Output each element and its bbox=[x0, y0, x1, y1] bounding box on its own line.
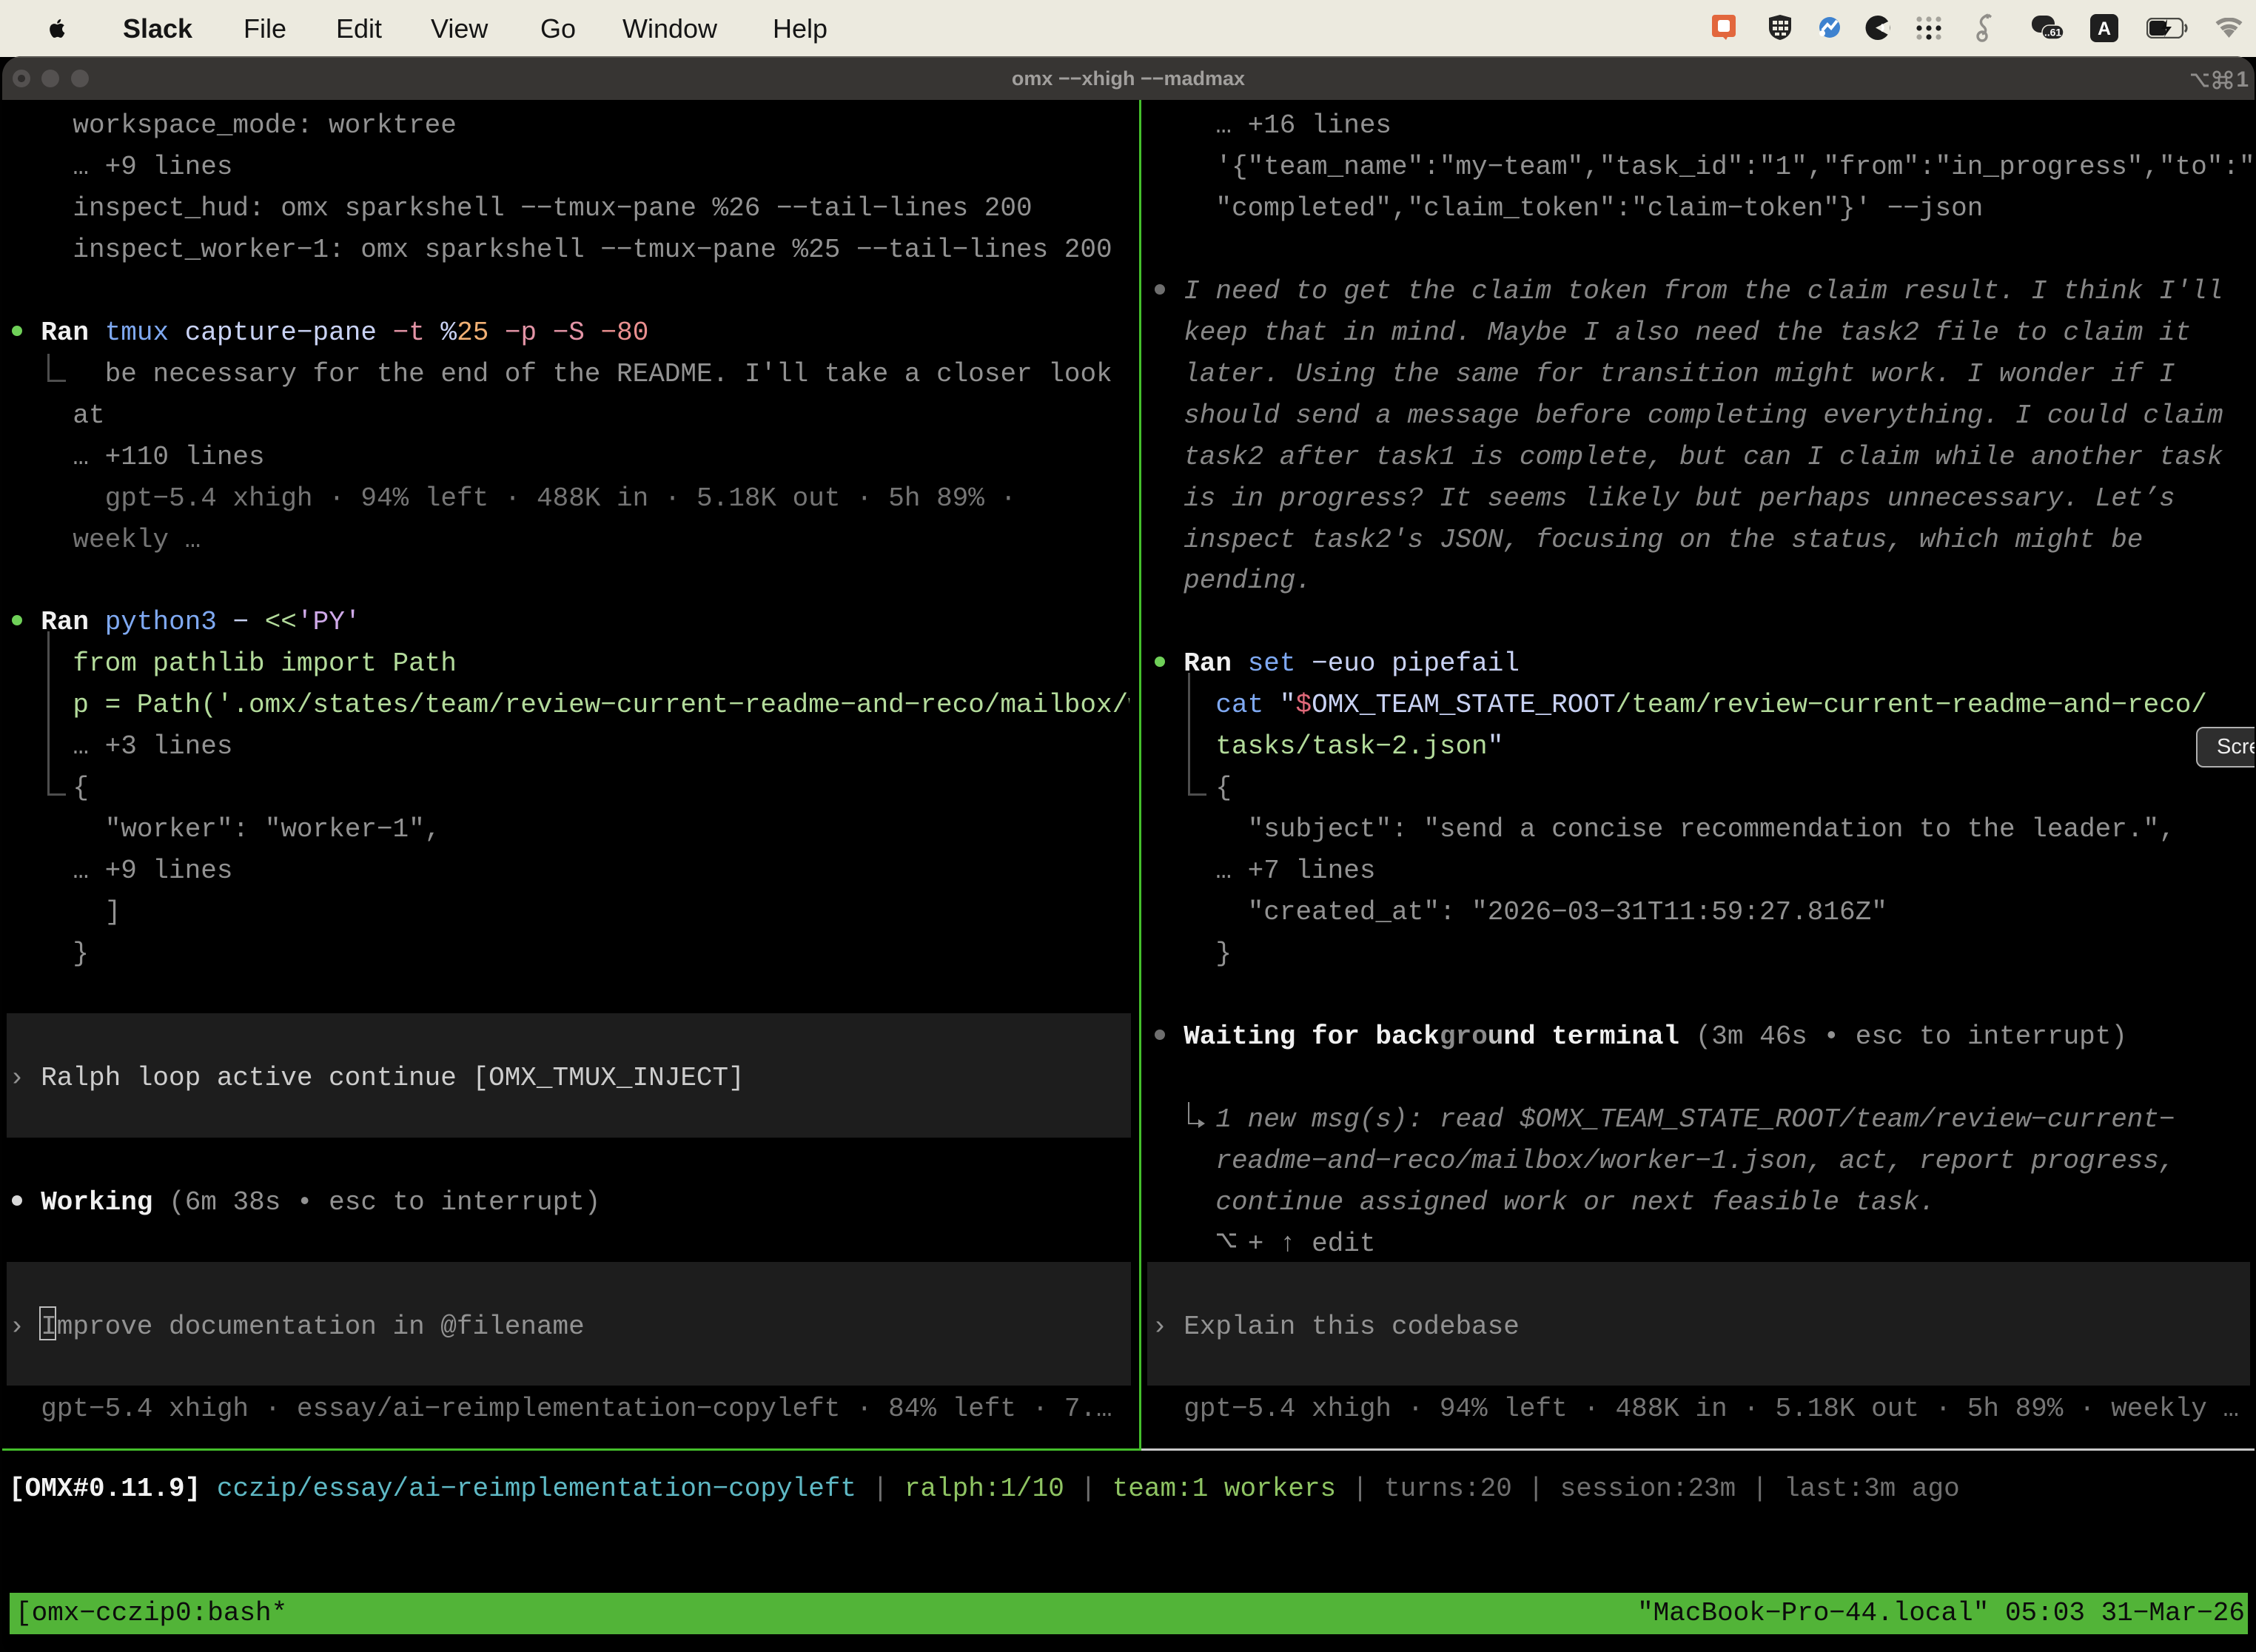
svg-text:A: A bbox=[2098, 19, 2111, 39]
svg-text:..61: ..61 bbox=[2044, 27, 2062, 38]
